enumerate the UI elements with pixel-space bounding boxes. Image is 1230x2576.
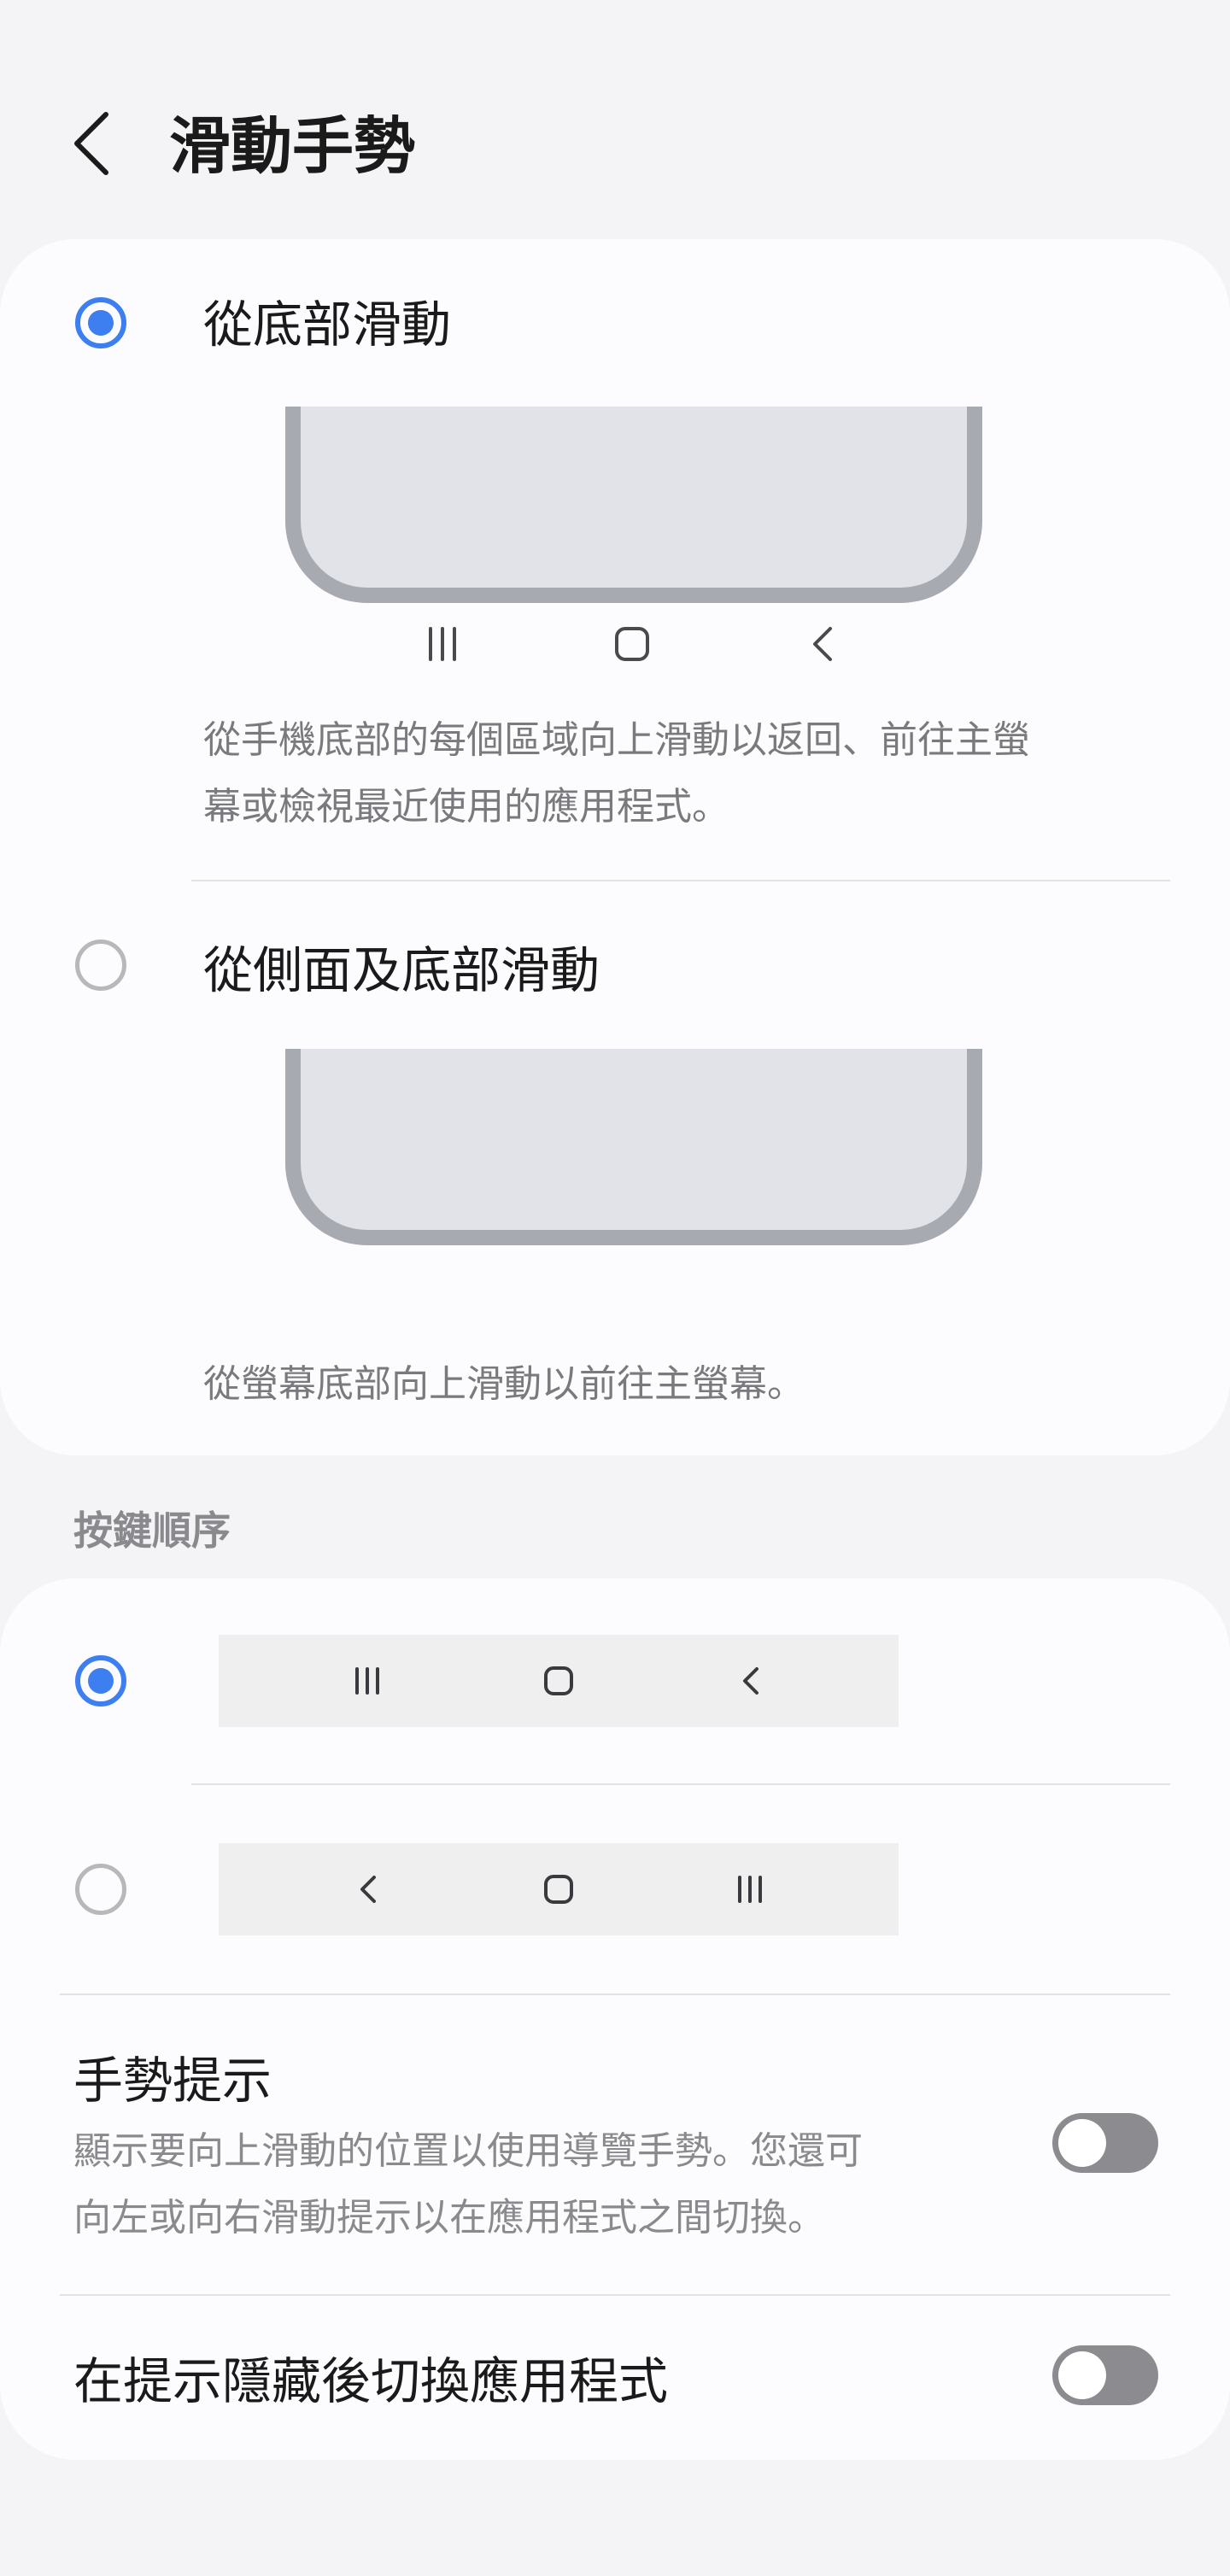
description-line: 幕或檢視最近使用的應用程式。 [203,785,729,828]
gesture-hint-toggle[interactable] [1052,2113,1158,2173]
recents-icon [429,627,456,661]
home-icon [544,1875,573,1904]
back-icon [813,627,832,661]
description-line: 向左或向右滑動提示以在應用程式之間切換。 [73,2196,825,2239]
radio-swipe-from-sides-and-bottom[interactable] [75,940,126,991]
gesture-hint-description: 顯示要向上滑動的位置以使用導覽手勢。您還可 向左或向右滑動提示以在應用程式之間切… [73,2118,863,2251]
back-icon [743,1667,758,1695]
navbar-preview-order-1[interactable] [219,1635,899,1727]
gesture-hint-title: 手勢提示 [73,2052,272,2110]
option-description-swipe-from-sides-and-bottom: 從螢幕底部向上滑動以前往主螢幕。 [203,1362,805,1406]
divider [191,1783,1170,1785]
recents-icon [738,1876,762,1903]
description-line: 從手機底部的每個區域向上滑動以返回、前往主螢 [203,718,1030,762]
phone-illustration-sides-bottom [285,1049,982,1245]
switch-apps-toggle[interactable] [1052,2345,1158,2405]
divider [60,1993,1170,1995]
back-icon [74,112,108,175]
divider [60,2294,1170,2296]
section-header-button-order: 按鍵順序 [73,1508,231,1554]
home-icon [615,627,649,661]
recents-icon [355,1667,379,1695]
radio-swipe-from-bottom[interactable] [75,297,126,348]
back-icon [360,1876,376,1903]
description-line: 顯示要向上滑動的位置以使用導覽手勢。您還可 [73,2129,863,2173]
radio-button-order-1[interactable] [75,1655,126,1707]
option-label-swipe-from-sides-and-bottom[interactable]: 從側面及底部滑動 [203,936,600,1004]
radio-button-order-2[interactable] [75,1864,126,1915]
page-title: 滑動手勢 [169,110,416,182]
option-description-swipe-from-bottom: 從手機底部的每個區域向上滑動以返回、前往主螢 幕或檢視最近使用的應用程式。 [203,707,1030,840]
divider [191,880,1170,881]
navbar-preview-order-2[interactable] [219,1843,899,1935]
back-button[interactable] [62,102,123,184]
header: 滑動手勢 [0,0,1230,231]
phone-illustration-bottom [285,407,982,603]
option-label-swipe-from-bottom[interactable]: 從底部滑動 [203,290,451,359]
switch-apps-title: 在提示隱藏後切換應用程式 [73,2352,669,2410]
home-icon [544,1666,573,1695]
